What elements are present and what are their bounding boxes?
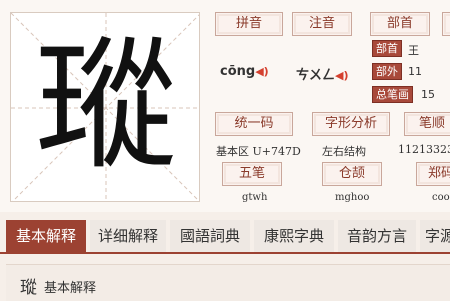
bushou-tag: 部首	[372, 40, 402, 57]
more-button[interactable]	[442, 12, 450, 36]
character-grid: 瑽	[10, 12, 200, 202]
wubi-value: gtwh	[242, 192, 268, 203]
buwai-value: 11	[408, 65, 422, 78]
speaker-icon[interactable]: ◀)	[255, 65, 269, 78]
section-character: 瑽	[20, 278, 37, 298]
speaker-icon[interactable]: ◀)	[335, 69, 349, 82]
section-title: 基本解释	[44, 281, 97, 296]
zhengma-value: coo	[432, 192, 450, 203]
wubi-button[interactable]: 五笔	[222, 162, 282, 186]
main-character: 瑽	[35, 24, 177, 189]
tab-underline	[0, 252, 450, 254]
cangjie-value: mghoo	[335, 192, 370, 203]
structure-value: 左右结构	[322, 145, 366, 158]
zhengma-button[interactable]: 郑码	[416, 162, 450, 186]
tab-dialect[interactable]: 音韵方言	[338, 220, 416, 252]
unicode-value: 基本区 U+747D	[216, 145, 301, 158]
tab-basic[interactable]: 基本解释	[6, 220, 86, 252]
zongbihua-value: 15	[421, 88, 435, 101]
buwai-tag: 部外	[372, 63, 402, 80]
glyph-analysis-button[interactable]: 字形分析	[312, 112, 390, 136]
tab-etymology[interactable]: 字源	[420, 220, 450, 252]
pinyin-reading: cōng◀)	[220, 64, 269, 79]
zhuyin-text: ㄘㄨㄥ	[296, 68, 336, 83]
pinyin-button[interactable]: 拼音	[215, 12, 283, 36]
zhuyin-reading: ㄘㄨㄥ◀)	[296, 64, 349, 83]
bushou-value: 王	[408, 44, 419, 57]
stroke-order-value: 112133234	[398, 143, 450, 156]
stroke-order-button[interactable]: 笔顺	[404, 112, 450, 136]
pinyin-text: cōng	[220, 64, 256, 79]
definition-tabs: 基本解释 详细解释 國語詞典 康熙字典 音韵方言 字源	[0, 216, 450, 254]
tab-kangxi[interactable]: 康熙字典	[254, 220, 334, 252]
tab-detailed[interactable]: 详细解释	[90, 220, 166, 252]
zongbihua-tag: 总笔画	[372, 86, 413, 103]
zhuyin-button[interactable]: 注音	[292, 12, 352, 36]
tab-guoyu[interactable]: 國語詞典	[170, 220, 250, 252]
unicode-button[interactable]: 统一码	[215, 112, 293, 136]
cangjie-button[interactable]: 仓颉	[322, 162, 382, 186]
bushou-button[interactable]: 部首	[370, 12, 430, 36]
basic-definition-section: 瑽 基本解释	[6, 264, 450, 301]
